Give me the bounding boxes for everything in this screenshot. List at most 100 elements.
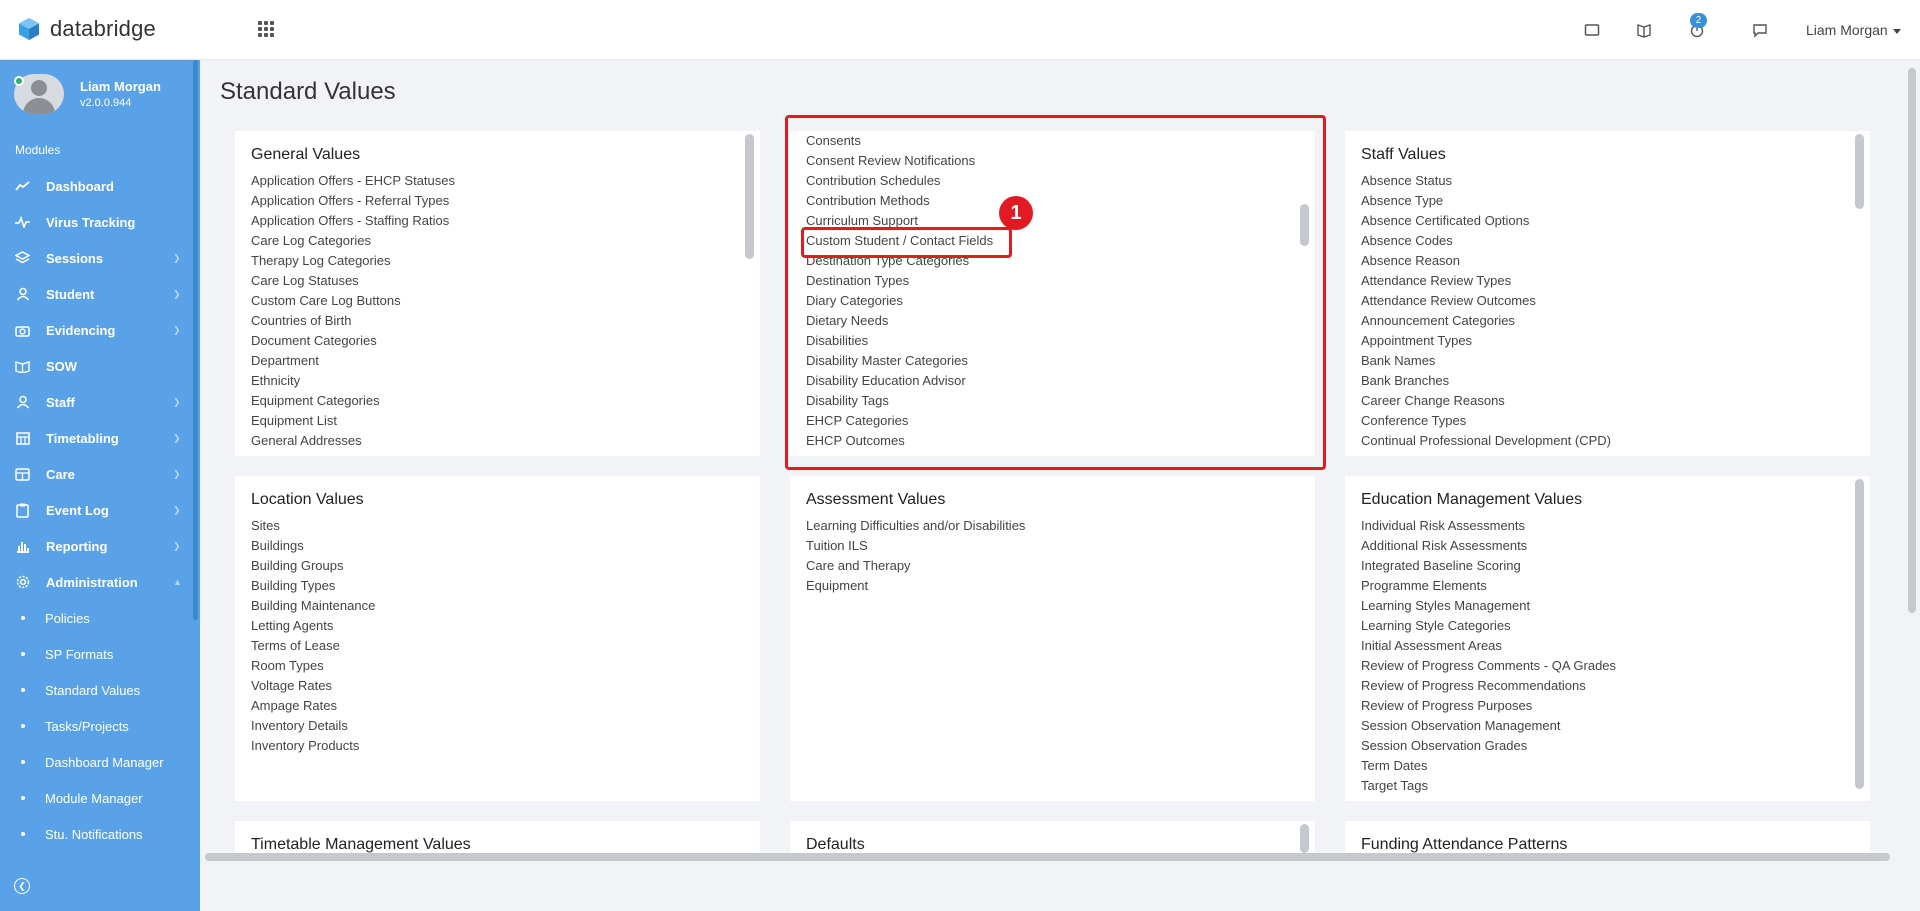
sidebar-subitem-policies[interactable]: Policies bbox=[0, 600, 200, 636]
list-item[interactable]: Application Offers - Referral Types bbox=[251, 191, 455, 211]
list-item[interactable]: Conference Types bbox=[1361, 411, 1611, 431]
list-item[interactable]: Inventory Products bbox=[251, 736, 375, 756]
page-horizontal-scrollbar[interactable] bbox=[205, 853, 1890, 861]
list-item[interactable]: Building Maintenance bbox=[251, 596, 375, 616]
list-item[interactable]: Document Categories bbox=[251, 331, 455, 351]
sidebar-subitem-module-manager[interactable]: Module Manager bbox=[0, 780, 200, 816]
sidebar-item-virus-tracking[interactable]: Virus Tracking bbox=[0, 204, 200, 240]
list-item[interactable]: Terms of Lease bbox=[251, 636, 375, 656]
list-item[interactable]: Care Log Categories bbox=[251, 231, 455, 251]
sidebar-item-evidencing[interactable]: Evidencing ❯ bbox=[0, 312, 200, 348]
sidebar-item-student[interactable]: Student ❯ bbox=[0, 276, 200, 312]
sidebar-item-dashboard[interactable]: Dashboard bbox=[0, 168, 200, 204]
sidebar-item-timetabling[interactable]: Timetabling ❯ bbox=[0, 420, 200, 456]
list-item[interactable]: Absence Reason bbox=[1361, 251, 1611, 271]
sidebar-item-sow[interactable]: SOW bbox=[0, 348, 200, 384]
list-item[interactable]: Additional Risk Assessments bbox=[1361, 536, 1616, 556]
list-item[interactable]: Bank Branches bbox=[1361, 371, 1611, 391]
list-item[interactable]: Department bbox=[251, 351, 455, 371]
list-item[interactable]: Learning Difficulties and/or Disabilitie… bbox=[806, 516, 1025, 536]
list-item[interactable]: Absence Codes bbox=[1361, 231, 1611, 251]
user-menu[interactable]: Liam Morgan bbox=[1806, 22, 1901, 38]
list-item[interactable]: Integrated Baseline Scoring bbox=[1361, 556, 1616, 576]
list-item[interactable]: Countries of Birth bbox=[251, 311, 455, 331]
book-open-icon[interactable] bbox=[1634, 20, 1654, 40]
list-item[interactable]: Bank Names bbox=[1361, 351, 1611, 371]
list-item[interactable]: Tuition ILS bbox=[806, 536, 1025, 556]
list-item[interactable]: Absence Status bbox=[1361, 171, 1611, 191]
sidebar-subitem-dashboard-manager[interactable]: Dashboard Manager bbox=[0, 744, 200, 780]
list-item[interactable]: Application Offers - Staffing Ratios bbox=[251, 211, 455, 231]
chevron-right-icon: ❯ bbox=[173, 396, 181, 407]
list-item[interactable]: Learning Styles Management bbox=[1361, 596, 1616, 616]
sidebar-item-sessions[interactable]: Sessions ❯ bbox=[0, 240, 200, 276]
list-item[interactable]: Target Tags bbox=[1361, 776, 1616, 796]
list-item[interactable]: Programme Elements bbox=[1361, 576, 1616, 596]
chat-icon[interactable] bbox=[1750, 20, 1770, 40]
list-item[interactable]: Sites bbox=[251, 516, 375, 536]
list-item[interactable]: Ethnicity bbox=[251, 371, 455, 391]
list-item[interactable]: Announcement Categories bbox=[1361, 311, 1611, 331]
list-item[interactable]: Care and Therapy bbox=[806, 556, 1025, 576]
card-title: Location Values bbox=[251, 491, 364, 508]
card-scrollbar[interactable] bbox=[1855, 134, 1864, 209]
collapse-sidebar-icon[interactable]: ❮ bbox=[14, 878, 30, 894]
clipboard-icon bbox=[15, 503, 30, 518]
list-item[interactable]: Appointment Types bbox=[1361, 331, 1611, 351]
list-item[interactable]: Care Log Statuses bbox=[251, 271, 455, 291]
sidebar-subitem-standard-values[interactable]: Standard Values bbox=[0, 672, 200, 708]
list-item[interactable]: Review of Progress Purposes bbox=[1361, 696, 1616, 716]
sidebar-subitem-stu-notifications[interactable]: Stu. Notifications bbox=[0, 816, 200, 852]
list-item[interactable]: Equipment List bbox=[251, 411, 455, 431]
page-vertical-scrollbar[interactable] bbox=[1908, 68, 1916, 613]
sidebar-item-care[interactable]: Care ❯ bbox=[0, 456, 200, 492]
list-item[interactable]: Application Offers - EHCP Statuses bbox=[251, 171, 455, 191]
list-item[interactable]: Absence Certificated Options bbox=[1361, 211, 1611, 231]
list-item[interactable]: Session Observation Management bbox=[1361, 716, 1616, 736]
list-item[interactable]: Career Change Reasons bbox=[1361, 391, 1611, 411]
list-item[interactable]: Building Types bbox=[251, 576, 375, 596]
list-item[interactable]: Building Groups bbox=[251, 556, 375, 576]
list-item[interactable]: Continual Professional Development (CPD) bbox=[1361, 431, 1611, 451]
list-item[interactable]: Attendance Review Outcomes bbox=[1361, 291, 1611, 311]
highlight-student-values-card bbox=[785, 115, 1326, 470]
sidebar-item-event-log[interactable]: Event Log ❯ bbox=[0, 492, 200, 528]
list-item[interactable]: Therapy Log Categories bbox=[251, 251, 455, 271]
sidebar-scrollbar[interactable] bbox=[193, 60, 198, 620]
brand[interactable]: databridge bbox=[18, 16, 156, 42]
sidebar-subitem-sp-formats[interactable]: SP Formats bbox=[0, 636, 200, 672]
list-item[interactable]: Room Types bbox=[251, 656, 375, 676]
list-item[interactable]: General Addresses bbox=[251, 431, 455, 451]
list-item[interactable]: Initial Assessment Areas bbox=[1361, 636, 1616, 656]
list-item[interactable]: Review of Progress Comments - QA Grades bbox=[1361, 656, 1616, 676]
sidebar-item-reporting[interactable]: Reporting ❯ bbox=[0, 528, 200, 564]
card-scrollbar[interactable] bbox=[1855, 479, 1864, 789]
list-item[interactable]: Session Observation Grades bbox=[1361, 736, 1616, 756]
list-item[interactable]: Attendance Review Types bbox=[1361, 271, 1611, 291]
card-scrollbar[interactable] bbox=[745, 134, 754, 259]
list-item[interactable]: Term Dates bbox=[1361, 756, 1616, 776]
list-item[interactable]: Custom Care Log Buttons bbox=[251, 291, 455, 311]
brand-name: databridge bbox=[50, 16, 156, 41]
list-item[interactable]: Absence Type bbox=[1361, 191, 1611, 211]
sidebar-item-staff[interactable]: Staff ❯ bbox=[0, 384, 200, 420]
user-profile[interactable]: Liam Morgan v2.0.0.944 bbox=[14, 74, 161, 114]
list-item[interactable]: Voltage Rates bbox=[251, 676, 375, 696]
card-scrollbar[interactable] bbox=[1300, 824, 1309, 853]
list-item[interactable]: Equipment Categories bbox=[251, 391, 455, 411]
apps-grid-icon[interactable] bbox=[258, 21, 274, 37]
chart-icon bbox=[15, 179, 30, 194]
tablet-icon[interactable] bbox=[1582, 20, 1602, 40]
list-item[interactable]: Buildings bbox=[251, 536, 375, 556]
list-item[interactable]: Learning Style Categories bbox=[1361, 616, 1616, 636]
list-item[interactable]: Letting Agents bbox=[251, 616, 375, 636]
list-item[interactable]: Equipment bbox=[806, 576, 1025, 596]
list-item[interactable]: Ampage Rates bbox=[251, 696, 375, 716]
list-item[interactable]: Inventory Details bbox=[251, 716, 375, 736]
sidebar-item-administration[interactable]: Administration ▲ bbox=[0, 564, 200, 600]
list-item[interactable]: Individual Risk Assessments bbox=[1361, 516, 1616, 536]
sidebar-subitem-tasks-projects[interactable]: Tasks/Projects bbox=[0, 708, 200, 744]
sidebar-item-label: Dashboard bbox=[46, 178, 114, 194]
list-item[interactable]: Review of Progress Recommendations bbox=[1361, 676, 1616, 696]
card-title: Assessment Values bbox=[806, 491, 946, 508]
